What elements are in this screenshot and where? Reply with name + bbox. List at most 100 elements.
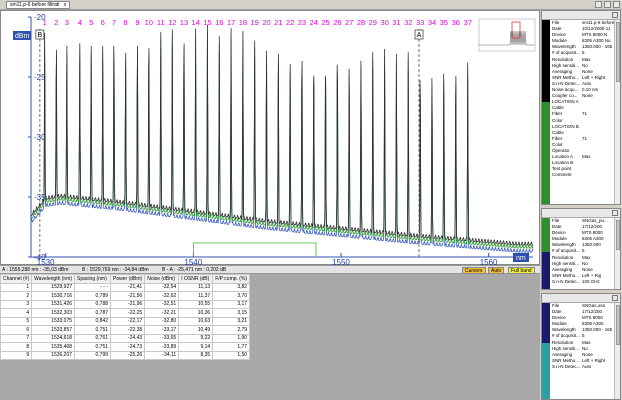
table-cell: 9 [0,350,33,360]
table-cell: 2 [0,291,33,301]
channel-label: 33 [416,18,424,27]
close-icon[interactable]: x [64,2,67,8]
channel-label: 28 [357,18,365,27]
field-value: 1350.000 - 165 [582,327,613,333]
table-row[interactable]: 2 1530,716 0,789 -21,56 -32,62 11,37 3,70 [0,291,251,301]
column-header[interactable]: Power (dBm) [110,274,146,284]
table-row[interactable]: 6 1533,857 0,751 -22,38 -33,17 10,49 2,79 [0,325,251,335]
channel-label: 24 [310,18,318,27]
full-band-button[interactable]: Full band [508,267,535,274]
field-value: 71 [582,135,588,141]
channel-label: 16 [215,18,223,27]
table-cell: 0,761 [74,333,112,343]
table-cell: 11,13 [178,282,214,292]
cursors-button[interactable]: Cursors [462,267,486,274]
channel-label: 18 [239,18,247,27]
field-value: 1350.000 - 165 [582,44,613,50]
trace-info-pane-1[interactable]: File sm11.p-6 before Date 10/12/2009 11 Devi… [541,10,621,205]
channel-label: 1 [43,18,47,27]
channel-label: 8 [124,18,128,27]
table-cell: 3,17 [212,299,251,309]
table-row[interactable]: 4 1532,303 0,787 -22,25 -32,21 10,36 3,15 [0,308,251,318]
channel-label: 22 [286,18,294,27]
channel-label: 17 [227,18,235,27]
table-cell: 1533,857 [31,325,76,335]
pane-scrollbar[interactable] [614,218,620,289]
window-close-icon[interactable] [613,1,620,8]
table-row[interactable]: 1 1529,927- - - -21,41 -32,54 11,13 3,82 [0,282,251,292]
column-header[interactable]: F/P comp. (%) [212,274,251,284]
trace-dark [30,24,533,246]
table-cell: 3,70 [212,291,251,301]
table-row[interactable]: 9 1536,207 0,799 -25,26 -34,11 8,35 1,50 [0,350,251,360]
minimize-icon[interactable] [595,1,602,8]
field-value: Auto [582,363,592,369]
overview-thumbnail [478,18,536,52]
table-row[interactable]: 3 1531,426 0,788 -21,96 -32,51 10,55 3,17 [0,299,251,309]
table-cell: 0,751 [74,342,112,352]
table-cell: -34,11 [144,350,180,360]
channel-label: 37 [464,18,472,27]
table-cell: 0,787 [74,308,112,318]
table-cell: 7 [0,333,33,343]
cursor-statusbar: A : 1555,288 nm : -35,03 dBm B : 1529,76… [0,265,540,274]
channel-label: 26 [333,18,341,27]
field-key: S.n-N Detec... [552,363,581,369]
channel-label: 9 [135,18,139,27]
table-cell: 2,79 [212,325,251,335]
channel-label: 12 [168,18,176,27]
table-cell: 1533,075 [31,316,76,326]
table-cell: 10,55 [178,299,214,309]
table-cell: 1534,618 [31,333,76,343]
auto-button[interactable]: Auto [488,267,505,274]
column-header[interactable]: Spacing (nm) [74,274,112,284]
pane-header [542,294,620,303]
trace-tab[interactable]: sm11.p-6 before filtrati x [6,1,71,9]
column-header[interactable]: Wavelength (nm) [31,274,76,284]
table-cell: 1 [0,282,33,292]
table-cell: 3,21 [212,316,251,326]
pane-scrollbar[interactable] [614,303,620,399]
table-cell: -33,17 [144,325,180,335]
channel-table: Channel (#) Wavelength (nm) Spacing (nm) Po… [0,274,251,360]
y-axis-label: dBm [15,33,30,40]
table-cell: 8,35 [178,350,214,360]
span-bracket [193,242,317,256]
trace-info-pane-3[interactable]: File SNGas.osa Date 17/12/200 Device MTS 8000… [541,293,621,400]
channel-label: 27 [345,18,353,27]
trace-field: S.n-N Detec... Auto [552,364,620,370]
table-cell: 10,49 [178,325,214,335]
pin-icon[interactable] [612,295,618,301]
spectrum-svg[interactable]: -20-25-30-35-401530 1540 1550 1560dBmnm 123… [1,11,541,266]
trace-color-strip [542,20,550,204]
channel-labels: 1 2 3 4 5 6 7 8 9 10 11 12 13 14 15 16 17 18 19 20 21 22 23 24 2… [43,18,472,27]
table-row[interactable]: 8 1535,408 0,751 -24,73 -33,89 9,14 1,77 [0,342,251,352]
channel-label: 21 [274,18,282,27]
table-cell: -21,41 [110,282,146,292]
field-value: None [582,93,593,99]
spectrum-chart[interactable]: -20 -25 -30 -35 -40 1530 1540 1550 1560 dBm nm 123… [0,10,541,266]
maximize-icon[interactable] [604,1,611,8]
pin-icon[interactable] [612,210,618,216]
table-cell: 0,751 [74,325,112,335]
table-cell: -21,56 [110,291,146,301]
trace-info-pane-2[interactable]: File SNGas_pu... Date 17/12/200 Device MTS 80… [541,208,621,290]
pin-icon[interactable] [612,12,618,18]
table-cell: 0,788 [74,299,112,309]
table-cell: 11,37 [178,291,214,301]
pane-scrollbar[interactable] [614,20,620,204]
column-header[interactable]: Channel (#) [0,274,33,284]
channel-label: 25 [321,18,329,27]
column-header[interactable]: Noise (dBm) [144,274,180,284]
column-header[interactable]: I OSNR (dB) [178,274,214,284]
channel-label: 10 [145,18,153,27]
table-row[interactable]: 7 1534,618 0,761 -24,43 -33,65 9,22 1,90 [0,333,251,343]
table-row[interactable]: 5 1533,075 0,842 -22,17 -32,80 10,63 3,21 [0,316,251,326]
trace-field: S.n-N Detec... 100 GHz [552,279,620,285]
table-cell: -24,73 [110,342,146,352]
top-toolbar: sm11.p-6 before filtrati x [0,0,622,10]
channel-label: 31 [392,18,400,27]
channel-label: 15 [203,18,211,27]
channel-label: 6 [101,18,105,27]
trace-fields: File SNGas.osa Date 17/12/200 Device MTS 8000… [550,303,620,399]
